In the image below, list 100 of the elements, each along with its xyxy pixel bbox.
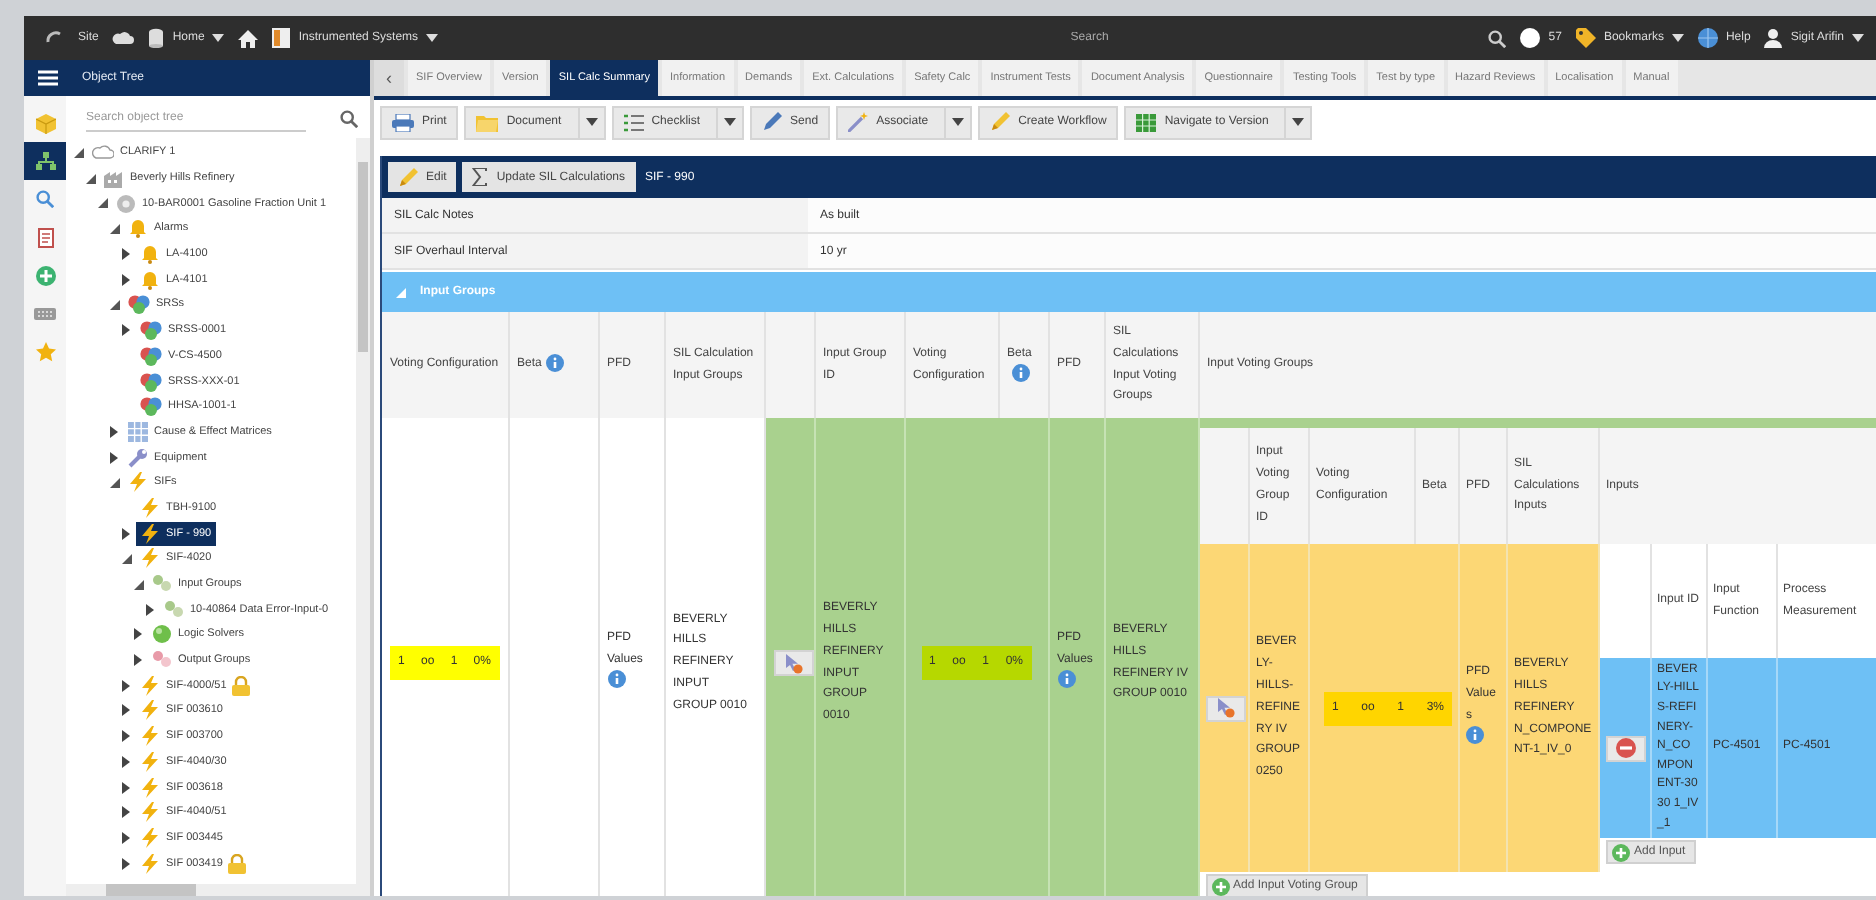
gear-icon (116, 193, 136, 214)
info-icon[interactable] (607, 670, 625, 689)
bell-icon (140, 269, 160, 290)
caret-icon (952, 118, 965, 126)
cloud-icon[interactable] (112, 30, 135, 46)
caret-icon (426, 34, 439, 42)
expanded-arrow-icon[interactable] (109, 299, 119, 310)
lightning-icon (140, 751, 160, 772)
plus-circle-icon (35, 265, 55, 285)
lightning-icon (140, 700, 160, 721)
cloud-icon (92, 144, 114, 161)
expanded-arrow-icon[interactable] (85, 173, 95, 184)
expanded-arrow-icon[interactable] (97, 198, 107, 209)
scroll-thumb[interactable] (358, 162, 368, 352)
sigma-icon (472, 168, 489, 186)
keyboard-icon (34, 307, 56, 319)
lightning-icon (140, 853, 160, 874)
collapsed-arrow-icon[interactable] (122, 755, 130, 768)
pen-icon (762, 112, 783, 132)
collapsed-arrow-icon[interactable] (122, 831, 130, 844)
expanded-arrow-icon[interactable] (109, 223, 119, 234)
info-icon[interactable] (545, 354, 564, 373)
collapsed-arrow-icon[interactable] (122, 527, 130, 540)
lightning-icon (140, 777, 160, 798)
scrollbar[interactable] (356, 138, 370, 884)
lightning-icon (140, 827, 160, 848)
info-icon[interactable] (1011, 364, 1029, 383)
search-icon[interactable] (340, 110, 358, 128)
pencil-icon (398, 167, 418, 187)
search-icon (36, 190, 54, 208)
spreadsheet-icon (1136, 113, 1157, 131)
padlock-icon (228, 853, 247, 874)
collapsed-arrow-icon[interactable] (122, 730, 130, 743)
expanded-arrow-icon[interactable] (73, 147, 83, 158)
report-icon (37, 227, 53, 247)
lightning-icon (140, 548, 160, 569)
lightning-icon (140, 497, 160, 518)
wand-icon (848, 112, 869, 132)
expanded-arrow-icon[interactable] (133, 579, 143, 590)
cursor-icon (782, 653, 804, 673)
folder-icon (476, 113, 499, 131)
rail-button[interactable] (24, 142, 66, 180)
loading-icon (44, 28, 64, 48)
database-icon (148, 28, 165, 48)
caret-icon (585, 118, 598, 126)
grid-icon (128, 421, 148, 442)
document-icon (272, 28, 291, 48)
collapsed-arrow-icon[interactable] (110, 425, 118, 438)
collapse-button[interactable]: ‹ (374, 60, 404, 96)
dots-icon (152, 574, 172, 595)
caret-icon (1292, 118, 1305, 126)
collapsed-arrow-icon[interactable] (122, 781, 130, 794)
lightning-icon (140, 675, 160, 696)
cursor-icon (1214, 698, 1236, 719)
collapsed-arrow-icon[interactable] (110, 451, 118, 464)
home-icon[interactable] (238, 29, 259, 47)
collapsed-arrow-icon[interactable] (122, 704, 130, 717)
lightning-icon (140, 726, 160, 747)
collapsed-arrow-icon[interactable] (122, 857, 130, 870)
hierarchy-icon (35, 152, 55, 170)
user-icon (1764, 28, 1783, 48)
search-icon[interactable] (1488, 29, 1507, 47)
lightning-icon (140, 802, 160, 823)
expanded-arrow-icon[interactable] (121, 553, 131, 564)
collapsed-arrow-icon[interactable] (134, 654, 142, 667)
list-icon (623, 113, 644, 131)
collapsed-arrow-icon[interactable] (122, 273, 130, 286)
dropdown-button[interactable] (577, 107, 604, 137)
collapsed-arrow-icon[interactable] (134, 628, 142, 641)
dots-icon (152, 650, 172, 671)
scrollbar[interactable] (66, 884, 370, 896)
spheres-icon (128, 294, 150, 315)
bell-icon (128, 218, 148, 239)
info-icon[interactable] (1057, 670, 1075, 689)
caret-icon (724, 118, 737, 126)
caret-icon (212, 34, 225, 42)
pencil-icon (990, 112, 1011, 132)
collapsed-arrow-icon[interactable] (122, 806, 130, 819)
scroll-thumb[interactable] (106, 884, 196, 896)
spheres-icon (140, 345, 162, 366)
expanded-arrow-icon[interactable] (109, 477, 119, 488)
tag-icon (1575, 28, 1596, 48)
collapsed-arrow-icon[interactable] (122, 248, 130, 261)
padlock-icon (232, 675, 251, 696)
row-button[interactable] (1606, 735, 1646, 761)
bell-icon (140, 244, 160, 265)
cube-icon (35, 113, 55, 133)
caret-icon (1852, 34, 1864, 42)
dots-icon (164, 599, 184, 620)
menu-icon[interactable] (38, 70, 58, 86)
collapsed-arrow-icon[interactable] (146, 603, 154, 616)
lightning-icon (140, 523, 160, 544)
plus-circle-icon (1211, 877, 1229, 896)
collapsed-arrow-icon[interactable] (122, 679, 130, 692)
info-icon[interactable] (1466, 726, 1484, 745)
wrench-icon (128, 447, 148, 468)
star-icon (35, 341, 55, 361)
collapsed-arrow-icon[interactable] (122, 324, 130, 337)
globe-icon (1697, 28, 1718, 48)
building-icon (104, 168, 124, 189)
